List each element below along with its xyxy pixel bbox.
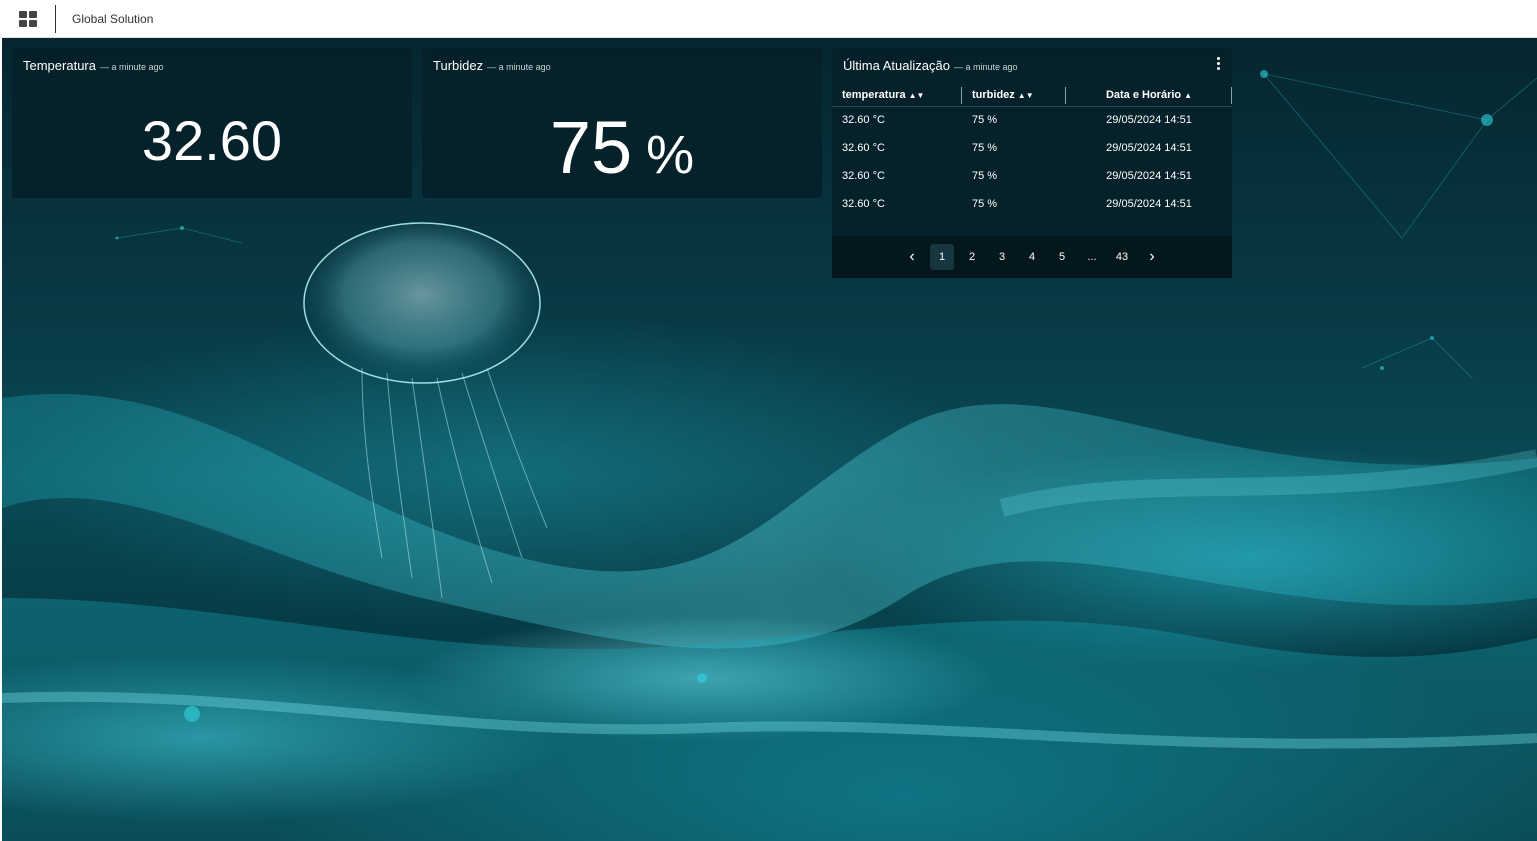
app-menu-button[interactable] <box>0 4 56 33</box>
latest-update-card-header: Última Atualização — a minute ago <box>843 58 1018 73</box>
table-row[interactable]: 32.60 °C 75 % 29/05/2024 14:51 <box>832 106 1232 134</box>
table-row[interactable]: 32.60 °C 75 % 29/05/2024 14:51 <box>832 162 1232 190</box>
turbidity-card-title: Turbidez <box>433 58 484 73</box>
sort-asc-icon: ▲ <box>1184 90 1193 100</box>
cell-data-horario: 29/05/2024 14:51 <box>1106 114 1192 127</box>
table-row[interactable]: 32.60 °C 75 % 29/05/2024 14:51 <box>832 134 1232 162</box>
sort-both-icon: ▲▼ <box>1017 90 1034 100</box>
cell-temperatura: 32.60 °C <box>842 114 885 127</box>
temperature-card: Temperatura — a minute ago 32.60 <box>12 48 412 198</box>
next-page-button[interactable]: › <box>1140 244 1164 270</box>
column-header-data-horario[interactable]: Data e Horário ▲ <box>1066 84 1232 107</box>
turbidity-unit: % <box>646 125 695 185</box>
top-bar: Global Solution <box>0 0 1537 38</box>
turbidity-updated-time: — a minute ago <box>487 62 551 72</box>
temperature-updated-time: — a minute ago <box>99 62 164 72</box>
latest-update-card-title: Última Atualização <box>843 58 950 73</box>
column-header-turbidez[interactable]: turbidez ▲▼ <box>962 84 1066 107</box>
temperature-card-header: Temperatura — a minute ago <box>23 58 164 73</box>
turbidity-card: Turbidez — a minute ago 75% <box>422 48 822 198</box>
latest-update-card: Última Atualização — a minute ago tempera… <box>832 48 1232 278</box>
dashboard-canvas: Temperatura — a minute ago 32.60 Turbidez… <box>2 38 1537 841</box>
cell-turbidez: 75 % <box>972 114 998 127</box>
page-button-5[interactable]: 5 <box>1050 244 1074 270</box>
cell-temperatura: 32.60 °C <box>842 170 885 182</box>
cell-turbidez: 75 % <box>972 142 998 154</box>
cell-temperatura: 32.60 °C <box>842 142 885 154</box>
turbidity-card-header: Turbidez — a minute ago <box>433 58 551 73</box>
cell-data-horario: 29/05/2024 14:51 <box>1106 142 1192 154</box>
cell-temperatura: 32.60 °C <box>842 198 885 210</box>
prev-page-button[interactable]: ‹ <box>900 244 924 270</box>
turbidity-value: 75 <box>549 106 633 189</box>
page-button-3[interactable]: 3 <box>990 244 1014 270</box>
app-title: Global Solution <box>72 11 154 26</box>
page-button-4[interactable]: 4 <box>1020 244 1044 270</box>
latest-update-time: — a minute ago <box>953 62 1018 72</box>
table-row[interactable]: 32.60 °C 75 % 29/05/2024 14:51 <box>832 190 1232 218</box>
pagination: ‹ 1 2 3 4 5 ... 43 › <box>832 236 1232 278</box>
column-header-temperatura[interactable]: temperatura ▲▼ <box>832 84 962 107</box>
temperature-card-title: Temperatura <box>23 58 96 73</box>
cell-data-horario: 29/05/2024 14:51 <box>1106 198 1192 210</box>
page-button-2[interactable]: 2 <box>960 244 984 270</box>
kebab-menu-icon[interactable] <box>1217 57 1220 70</box>
data-table: temperatura ▲▼ turbidez ▲▼ Data e Horário ▲… <box>832 84 1232 218</box>
page-ellipsis: ... <box>1087 251 1097 263</box>
temperature-value: 32.60 <box>141 109 283 172</box>
grid-icon <box>18 10 37 27</box>
page-button-43[interactable]: 43 <box>1110 244 1134 270</box>
cell-turbidez: 75 % <box>972 170 998 182</box>
turbidity-value-wrap: 75% <box>422 110 822 207</box>
page-button-1[interactable]: 1 <box>930 244 954 270</box>
table-header-row: temperatura ▲▼ turbidez ▲▼ Data e Horário ▲ <box>832 84 1232 107</box>
cell-turbidez: 75 % <box>972 198 998 210</box>
cell-data-horario: 29/05/2024 14:51 <box>1106 170 1192 182</box>
sort-both-icon: ▲▼ <box>908 90 925 100</box>
